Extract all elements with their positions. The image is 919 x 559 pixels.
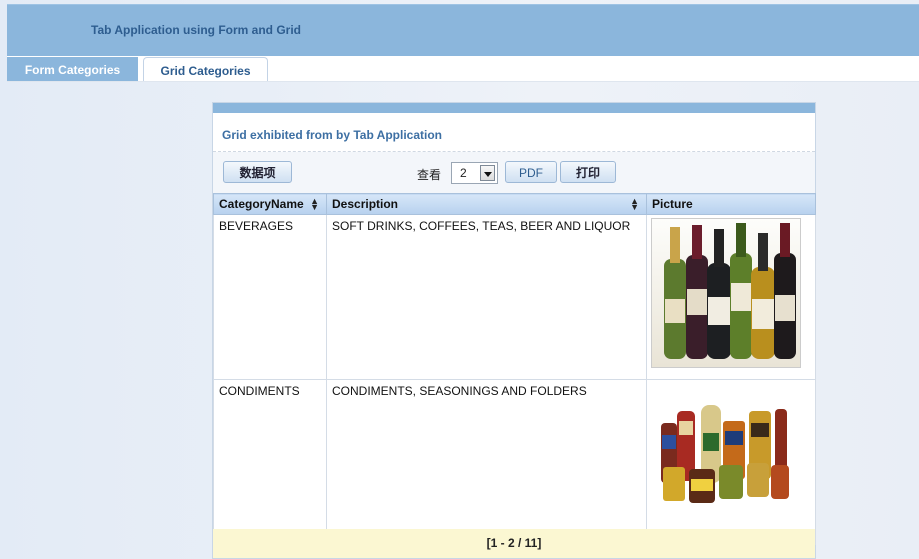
column-header-picture: Picture [646, 193, 816, 215]
picture-cell [646, 214, 816, 380]
tab-bar: Form Categories Grid Categories [7, 56, 919, 82]
chevron-down-icon[interactable] [480, 165, 495, 181]
column-header-label: Description [332, 197, 399, 211]
panel-title: Grid exhibited from by Tab Application [222, 128, 443, 142]
sort-icon[interactable]: ▲ ▼ [310, 197, 319, 212]
wine-bottles-image [651, 218, 801, 368]
table-row[interactable]: CONDIMENTS CONDIMENTS, SEASONINGS AND FO… [213, 379, 816, 545]
picture-cell [646, 379, 816, 545]
wine-bottles-icon [664, 223, 796, 359]
description-cell: SOFT DRINKS, COFFEES, TEAS, BEER AND LIQ… [326, 214, 647, 380]
data-items-button[interactable]: 数据项 [223, 161, 292, 183]
grid-panel: Grid exhibited from by Tab Application 数… [212, 102, 816, 559]
sort-icon[interactable]: ▲ ▼ [630, 197, 639, 212]
categories-grid: CategoryName ▲ ▼ Description ▲ ▼ Picture B… [213, 193, 816, 545]
category-name-cell: BEVERAGES [213, 214, 327, 380]
column-header-category-name[interactable]: CategoryName ▲ ▼ [213, 193, 327, 215]
view-label: 查看 [417, 168, 442, 182]
tab-form-categories[interactable]: Form Categories [7, 57, 138, 81]
table-row[interactable]: BEVERAGES SOFT DRINKS, COFFEES, TEAS, BE… [213, 214, 816, 380]
column-header-label: CategoryName [219, 197, 304, 211]
app-title: Tab Application using Form and Grid [91, 23, 301, 37]
print-button[interactable]: 打印 [560, 161, 616, 183]
column-header-label: Picture [652, 197, 693, 211]
pager: [1 - 2 / 11] [213, 529, 815, 558]
panel-top-bar [213, 103, 815, 113]
category-name-cell: CONDIMENTS [213, 379, 327, 545]
page-size-select[interactable]: 2 [451, 162, 498, 184]
description-cell: CONDIMENTS, SEASONINGS AND FOLDERS [326, 379, 647, 545]
app-header: Tab Application using Form and Grid [7, 4, 919, 57]
condiment-jars-image [651, 383, 801, 533]
column-header-description[interactable]: Description ▲ ▼ [326, 193, 647, 215]
tab-grid-categories[interactable]: Grid Categories [143, 57, 268, 81]
pdf-button[interactable]: PDF [505, 161, 557, 183]
page-size-value: 2 [460, 166, 467, 180]
condiment-jars-icon [661, 405, 789, 503]
